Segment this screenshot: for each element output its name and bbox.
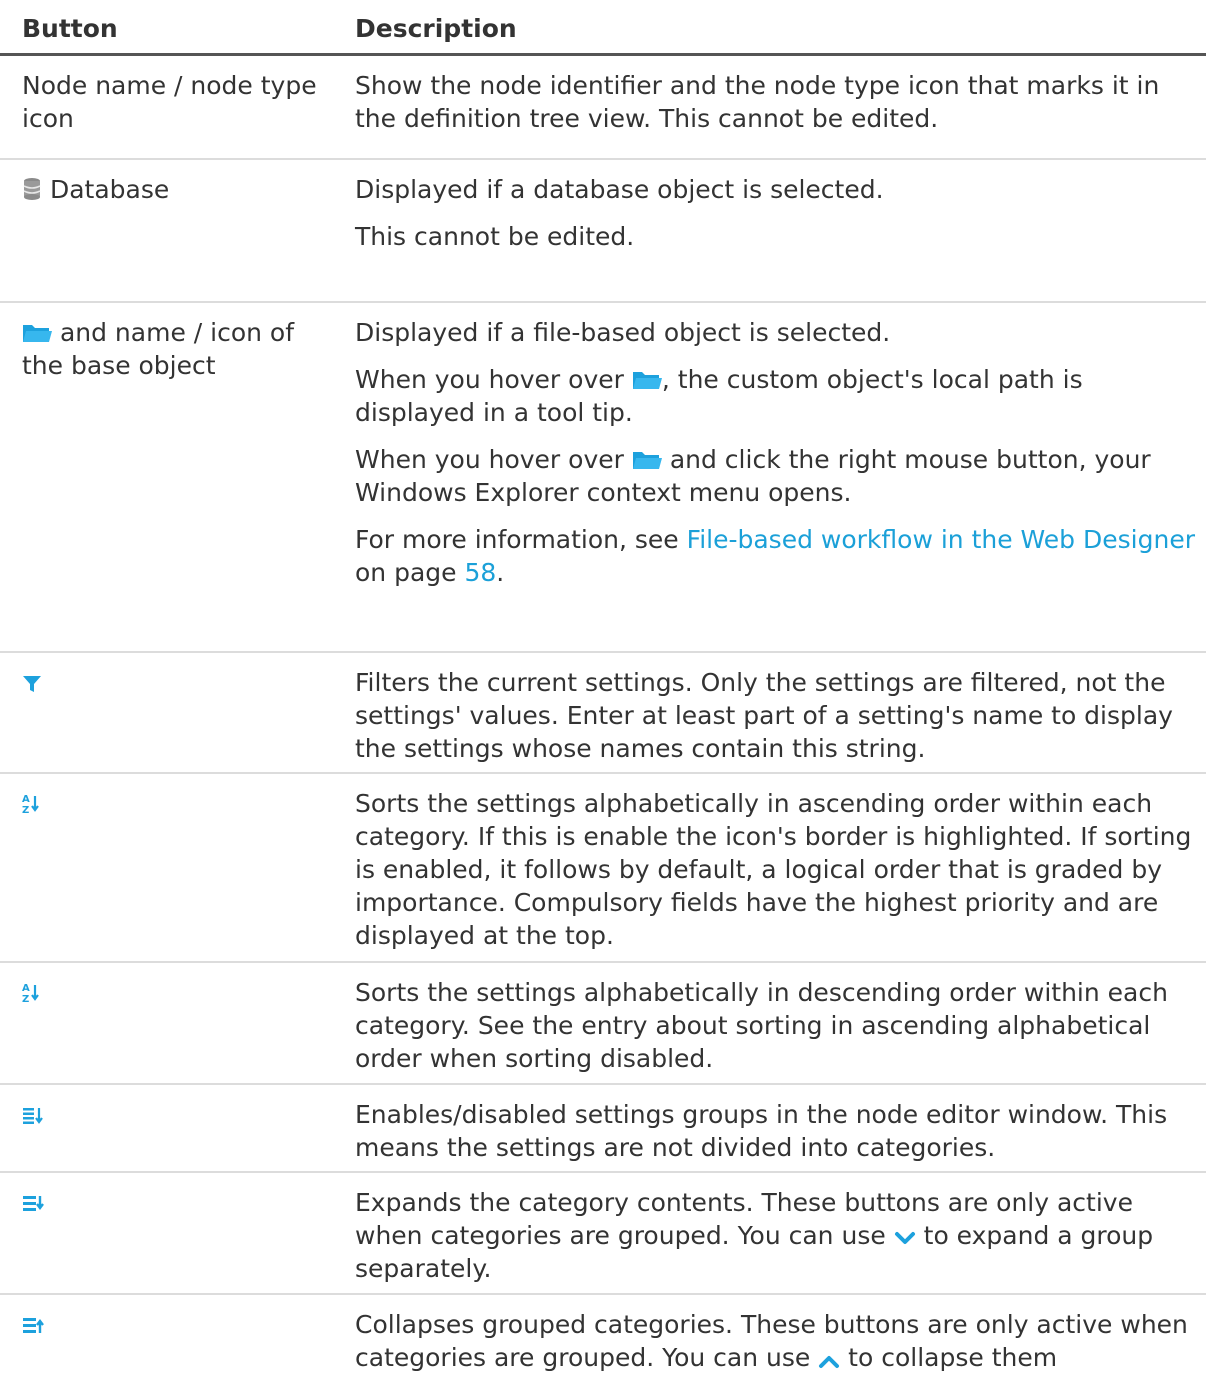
description-text: Show the node identifier and the node ty… — [355, 71, 1160, 133]
row-description: Sorts the settings alphabetically in des… — [355, 963, 1206, 1083]
row-description: Expands the category contents. These but… — [355, 1173, 1206, 1293]
row-label — [0, 1173, 355, 1293]
row-label — [0, 1085, 355, 1171]
sort-ascending-icon: A Z — [22, 793, 42, 815]
folder-icon — [22, 322, 52, 344]
row-description: Displayed if a file-based object is sele… — [355, 303, 1206, 651]
filter-icon — [22, 674, 42, 694]
button-description-table: Button Description Node name / node type… — [0, 0, 1206, 1395]
row-label — [0, 653, 355, 772]
expand-all-icon — [22, 1194, 44, 1214]
row-description: Displayed if a database object is select… — [355, 160, 1206, 301]
row-description: Filters the current settings. Only the s… — [355, 653, 1206, 772]
row-description: Show the node identifier and the node ty… — [355, 56, 1206, 158]
row-description: Collapses grouped categories. These butt… — [355, 1295, 1206, 1395]
svg-text:Z: Z — [22, 805, 29, 815]
row-label: Database — [0, 160, 355, 301]
header-description: Description — [355, 14, 517, 43]
folder-icon — [632, 369, 662, 391]
folder-icon — [632, 449, 662, 471]
table-row: Collapses grouped categories. These butt… — [0, 1295, 1206, 1395]
table-row: Database Displayed if a database object … — [0, 160, 1206, 303]
table-header: Button Description — [0, 0, 1206, 56]
svg-text:A: A — [22, 794, 30, 805]
row-label — [0, 1295, 355, 1395]
file-based-workflow-link[interactable]: File-based workflow in the Web Designer — [687, 525, 1195, 554]
description-text: When you hover over , the custom object'… — [355, 365, 1083, 427]
collapse-all-icon — [22, 1316, 44, 1336]
svg-text:Z: Z — [22, 994, 29, 1004]
table-row: and name / icon of the base object Displ… — [0, 303, 1206, 653]
row-label: A Z — [0, 774, 355, 961]
table-row: A Z Sorts the settings alphabetically in… — [0, 963, 1206, 1085]
description-text: Expands the category contents. These but… — [355, 1188, 1154, 1283]
description-text: When you hover over and click the right … — [355, 445, 1151, 507]
table-row: Expands the category contents. These but… — [0, 1173, 1206, 1295]
chevron-down-icon — [894, 1231, 916, 1247]
table-row: A Z Sorts the settings alphabetically in… — [0, 774, 1206, 963]
description-text: Filters the current settings. Only the s… — [355, 668, 1173, 763]
description-text: Displayed if a database object is select… — [355, 175, 884, 204]
description-text: For more information, see File-based wor… — [355, 525, 1195, 587]
chevron-up-icon — [818, 1353, 840, 1369]
row-label-text: Database — [49, 175, 170, 204]
description-text: Sorts the settings alphabetically in asc… — [355, 789, 1192, 950]
table-row: Filters the current settings. Only the s… — [0, 653, 1206, 774]
description-text: Enables/disabled settings groups in the … — [355, 1100, 1168, 1162]
header-button: Button — [22, 14, 118, 43]
row-label: and name / icon of the base object — [0, 303, 355, 651]
description-text: Displayed if a file-based object is sele… — [355, 318, 891, 347]
description-text: Sorts the settings alphabetically in des… — [355, 978, 1168, 1073]
page-number-link[interactable]: 58 — [464, 558, 496, 587]
table-row: Node name / node type icon Show the node… — [0, 56, 1206, 160]
row-label: Node name / node type icon — [22, 71, 317, 133]
group-settings-icon — [22, 1106, 44, 1126]
row-description: Sorts the settings alphabetically in asc… — [355, 774, 1206, 961]
row-label-text: and name / icon of the base object — [22, 318, 295, 380]
description-text: This cannot be edited. — [355, 222, 635, 251]
description-text: Collapses grouped categories. These butt… — [355, 1310, 1188, 1372]
svg-text:A: A — [22, 983, 30, 994]
sort-descending-icon: A Z — [22, 982, 42, 1004]
row-label: A Z — [0, 963, 355, 1083]
table-row: Enables/disabled settings groups in the … — [0, 1085, 1206, 1173]
row-description: Enables/disabled settings groups in the … — [355, 1085, 1206, 1171]
database-icon — [22, 177, 42, 201]
